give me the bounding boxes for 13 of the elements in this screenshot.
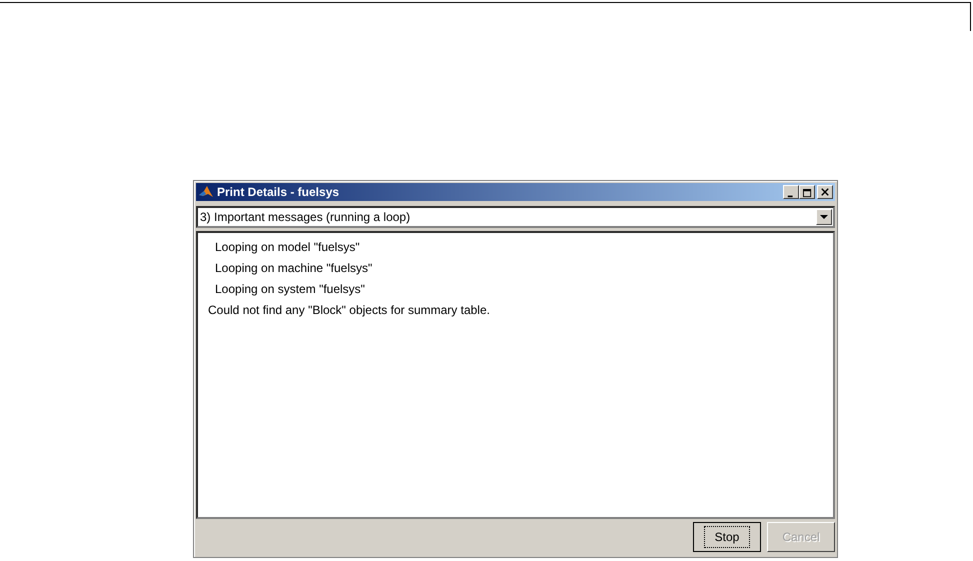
- log-line: Looping on machine "fuelsys": [214, 260, 374, 277]
- peak-logo-icon: [198, 184, 214, 200]
- minimize-button[interactable]: [783, 185, 799, 199]
- maximize-button[interactable]: [799, 185, 815, 199]
- window-title: Print Details - fuelsys: [217, 185, 340, 199]
- maximize-icon: [802, 189, 812, 198]
- stop-button[interactable]: Stop: [693, 522, 761, 552]
- log-line: Looping on model "fuelsys": [214, 239, 361, 256]
- log-line: Could not find any "Block" objects for summary table.: [207, 302, 491, 319]
- close-button[interactable]: [817, 185, 833, 199]
- close-icon: [821, 188, 829, 196]
- log-line: Looping on system "fuelsys": [214, 281, 366, 298]
- level-dropdown[interactable]: 3) Important messages (running a loop): [196, 206, 835, 228]
